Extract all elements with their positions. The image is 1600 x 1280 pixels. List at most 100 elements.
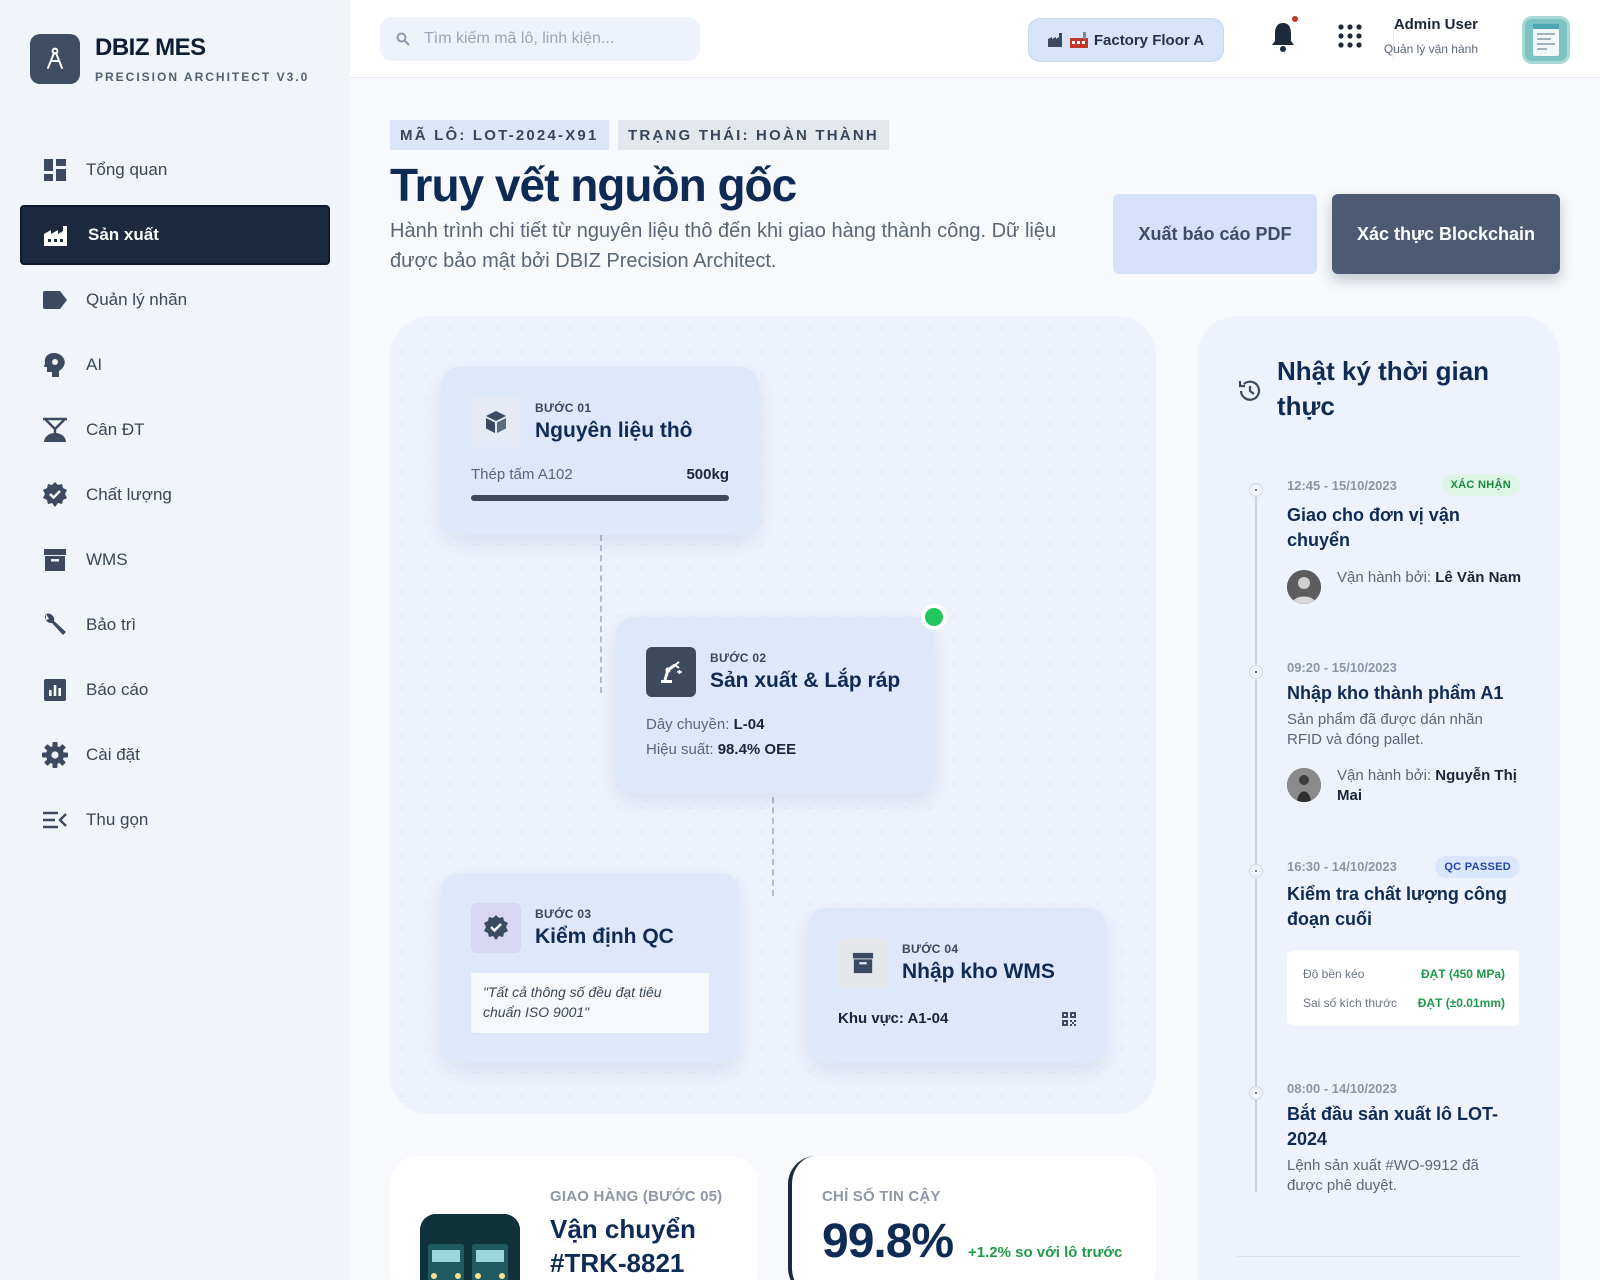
user-name: Admin User [1393,16,1478,33]
step-icon-box [471,903,521,953]
step-title: Nhập kho WMS [902,960,1055,983]
sidebar-item-label: Sản xuất [88,225,159,244]
sidebar-item-label: WMS [86,550,128,569]
event-description: Sản phẩm đã được dán nhãn RFID và đóng p… [1287,711,1483,748]
operator-photo [1287,768,1321,802]
timeline-dot [1250,865,1262,877]
timeline-dot [1250,666,1262,678]
timeline-title: Nhật ký thời gian thực [1277,356,1490,421]
shipping-title: Vận chuyển #TRK-8821 [550,1214,696,1278]
sidebar-item-bao-tri[interactable]: Bảo trì [20,595,330,655]
truck-photo [420,1214,520,1280]
sidebar-item-can-dt[interactable]: Cân ĐT [20,400,330,460]
app-logo[interactable] [30,34,80,84]
material-progress-fill [471,495,729,501]
scale-icon [42,417,68,443]
event-time: 08:00 - 14/10/2023 [1287,1081,1397,1096]
bell-icon[interactable] [1268,20,1298,56]
event-title: Kiểm tra chất lượng công đoạn cuối [1287,884,1507,929]
collapse-icon [42,807,68,833]
qc-result-row: Sai số kích thước ĐẠT (±0.01mm) [1303,996,1505,1010]
sidebar-item-cai-dat[interactable]: Cài đặt [20,725,330,785]
sidebar-item-label: Cân ĐT [86,420,145,439]
event-title: Bắt đầu sản xuất lô LOT-2024 [1287,1104,1499,1149]
timeline-dot [1250,484,1262,496]
sidebar-item-label: Bảo trì [86,615,137,634]
step-number: BƯỚC 02 [710,651,767,665]
event-title: Nhập kho thành phẩm A1 [1287,683,1504,703]
qc-metric-value: ĐẠT (±0.01mm) [1417,996,1505,1010]
sidebar-item-label: Quản lý nhãn [86,290,188,309]
blockchain-verify-button[interactable]: Xác thực Blockchain [1332,194,1560,274]
timeline-bottom-divider [1237,1256,1520,1257]
step-number: BƯỚC 01 [535,401,592,415]
export-pdf-button[interactable]: Xuất báo cáo PDF [1113,194,1317,274]
user-role: Quản lý vận hành [1383,42,1478,56]
realtime-log-panel: Nhật ký thời gian thực 12:45 - 15/10/202… [1197,316,1560,1280]
step-card-raw-material[interactable]: BƯỚC 01 Nguyên liệu thô Thép tấm A102 50… [441,367,759,535]
event-description: Lệnh sản xuất #WO-9912 đã được phê duyệt… [1287,1157,1479,1194]
trust-delta: +1.2% so với lô trước [968,1244,1123,1261]
step-card-warehouse[interactable]: BƯỚC 04 Nhập kho WMS Khu vực: A1-04 [808,908,1106,1063]
performance-row: Hiệu suất: 98.4% OEE [646,741,796,758]
step-card-qc[interactable]: BƯỚC 03 Kiểm định QC "Tất cả thông số đề… [441,873,739,1063]
sidebar: DBIZ MES PRECISION ARCHITECT V3.0 Tổng q… [0,0,350,1280]
trust-score-card: CHỈ SỐ TIN CẬY 99.8% +1.2% so với lô trư… [788,1156,1156,1280]
sidebar-item-ai[interactable]: AI [20,335,330,395]
step-number: BƯỚC 03 [535,907,592,921]
connector-1-2 [600,535,602,693]
step-icon-box [646,647,696,697]
notification-badge [1290,14,1300,24]
status-badge: XÁC NHẬN [1441,474,1520,496]
app-name: DBIZ MES [95,34,206,61]
avatar [1287,570,1321,604]
qr-code-icon[interactable] [1062,1012,1076,1026]
sidebar-item-san-xuat[interactable]: Sản xuất [20,205,330,265]
gear-icon [42,742,68,768]
compass-icon [47,47,63,69]
sidebar-item-quan-ly-nhan[interactable]: Quản lý nhãn [20,270,330,330]
qc-quote: "Tất cả thông số đều đạt tiêu chuẩn ISO … [471,973,709,1033]
avatar[interactable] [1522,16,1570,64]
production-line-label: Dây chuyền: [646,716,730,733]
trust-value: 99.8% [822,1215,954,1268]
step-card-production[interactable]: BƯỚC 02 Sản xuất & Lắp ráp Dây chuyền: L… [616,604,947,793]
sidebar-item-label: Tổng quan [86,160,168,179]
factory-selector-button[interactable]: Factory Floor A [1028,18,1224,62]
sidebar-item-chat-luong[interactable]: Chất lượng [20,465,330,525]
sidebar-item-label: Chất lượng [86,485,172,504]
trust-label: CHỈ SỐ TIN CẬY [822,1188,941,1205]
sidebar-item-label: Báo cáo [86,680,149,699]
qc-metric-name: Sai số kích thước [1303,996,1397,1010]
shipping-card[interactable]: GIAO HÀNG (BƯỚC 05) Vận chuyển #TRK-8821 [390,1156,758,1280]
robot-arm-icon [661,661,682,683]
sidebar-item-wms[interactable]: WMS [20,530,330,590]
search-box[interactable] [380,17,700,61]
sidebar-item-thu-gon[interactable]: Thu gọn [20,790,330,850]
label-icon [42,287,68,313]
truck-image [420,1214,520,1280]
search-icon [396,32,410,46]
verified-icon [484,915,508,940]
status-badge: TRẠNG THÁI: HOÀN THÀNH [618,120,889,150]
event-operator: Vận hành bởi: Lê Văn Nam [1337,568,1532,588]
lot-tag: MÃ LÔ: LOT-2024-X91 [390,120,609,150]
event-title: Giao cho đơn vị vận chuyển [1287,505,1460,550]
material-progress-track [471,495,729,501]
event-time: 12:45 - 15/10/2023 [1287,478,1397,493]
apps-grid-icon[interactable] [1338,24,1362,48]
sidebar-item-tong-quan[interactable]: Tổng quan [20,140,330,200]
dashboard-icon [42,157,68,183]
factory-icon [1047,33,1062,47]
verified-icon [42,482,68,508]
step-icon-box [838,938,888,988]
sidebar-nav: Tổng quan Sản xuất Quản lý nhãn AI Cân Đ… [20,140,330,855]
search-input[interactable] [424,30,684,48]
sidebar-item-bao-cao[interactable]: Báo cáo [20,660,330,720]
page-title: Truy vết nguồn gốc [390,159,797,211]
material-name: Thép tấm A102 [471,466,573,483]
sidebar-item-label: Thu gọn [86,810,149,829]
production-line-row: Dây chuyền: L-04 [646,716,764,733]
sidebar-item-label: Cài đặt [86,745,140,764]
event-operator: Vận hành bởi: Nguyễn Thị Mai [1337,766,1532,806]
